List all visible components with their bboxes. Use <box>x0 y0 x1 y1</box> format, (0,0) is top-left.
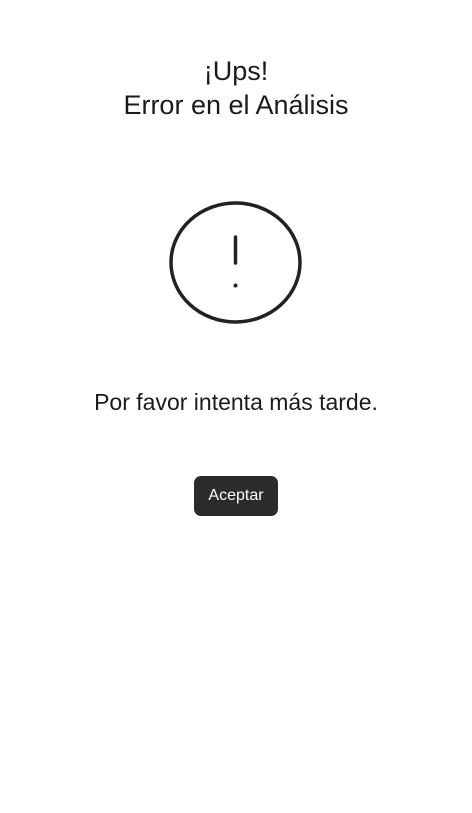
exclamation-circle-icon <box>169 201 302 324</box>
error-screen: ¡Ups! Error en el Análisis Por favor int… <box>0 0 472 813</box>
error-title: Error en el Análisis <box>123 90 349 120</box>
accept-button[interactable]: Aceptar <box>194 476 278 516</box>
error-title-exclamation: ¡Ups! <box>203 56 269 86</box>
error-message: Por favor intenta más tarde. <box>94 389 378 415</box>
